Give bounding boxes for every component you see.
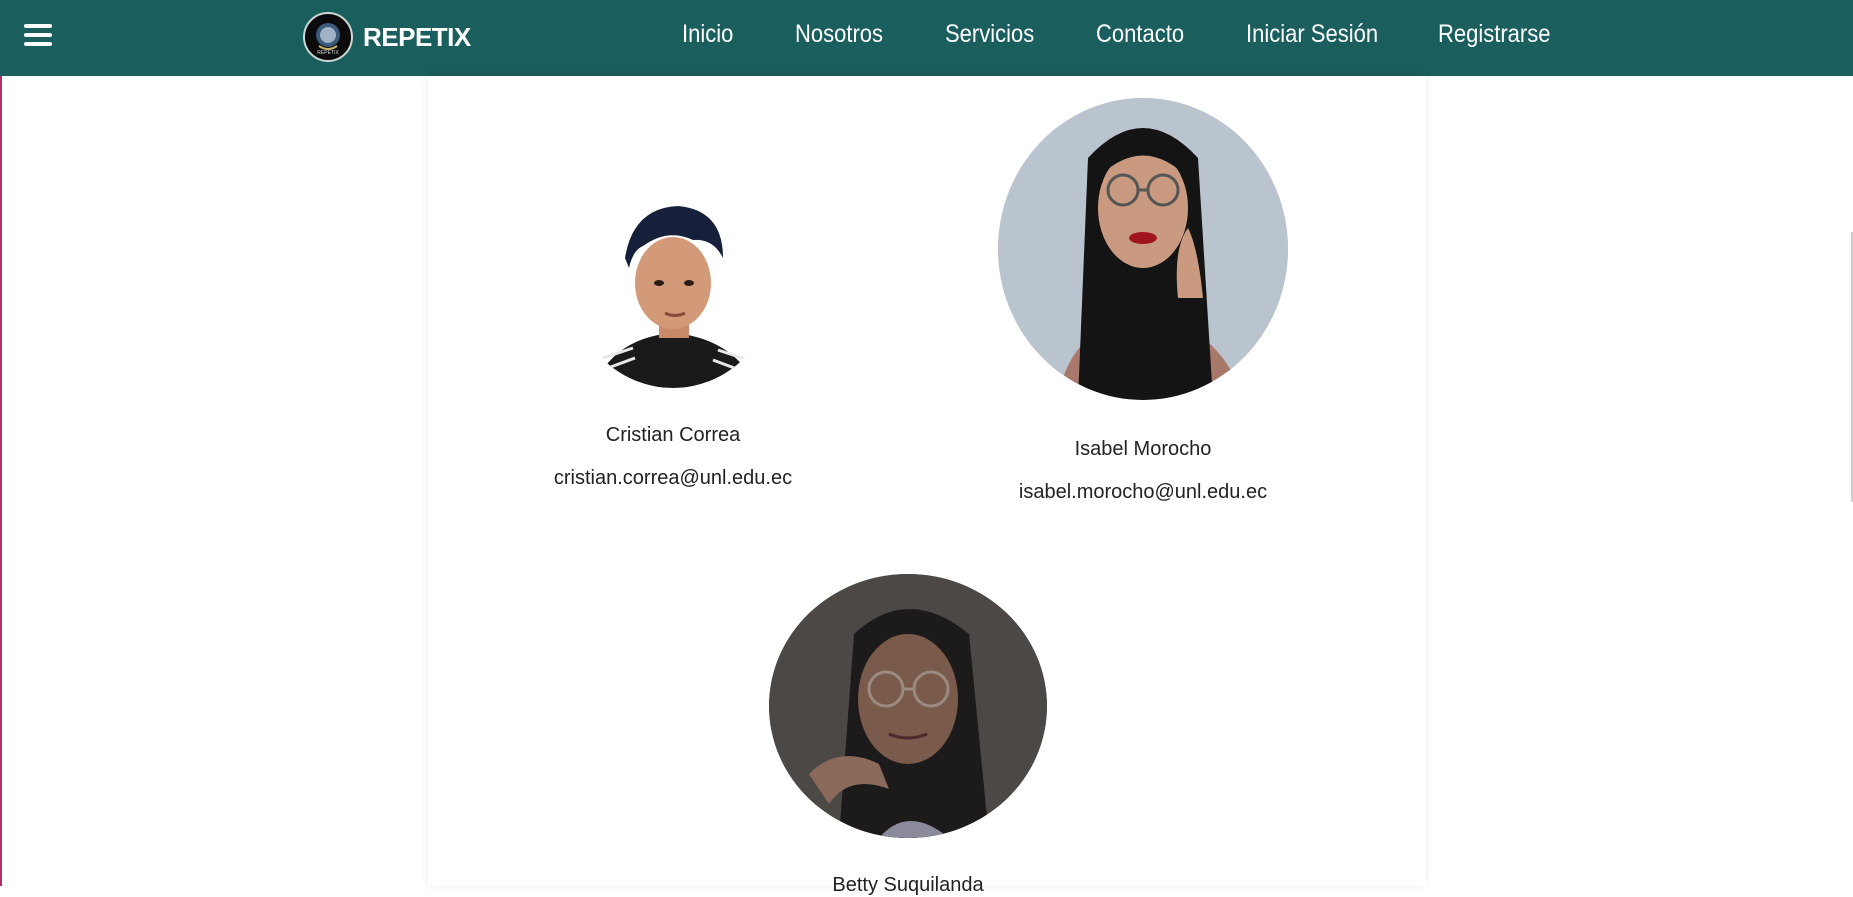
- member-avatar: [769, 574, 1047, 838]
- nav-nosotros[interactable]: Nosotros: [795, 20, 883, 49]
- nav-servicios[interactable]: Servicios: [945, 20, 1034, 49]
- nav-inicio[interactable]: Inicio: [682, 20, 733, 49]
- nav-contacto[interactable]: Contacto: [1096, 20, 1184, 49]
- team-member-card: Betty Suquilanda: [758, 76, 1058, 897]
- team-panel: Cristian Correa cristian.correa@unl.edu.…: [428, 76, 1426, 896]
- nav-registrarse[interactable]: Registrarse: [1438, 20, 1550, 49]
- nav-iniciar-sesion[interactable]: Iniciar Sesión: [1246, 20, 1378, 49]
- member-avatar: [573, 188, 773, 388]
- nav-links: Inicio Nosotros Servicios Contacto Inici…: [0, 0, 1853, 76]
- top-navbar: REPETIX REPETIX Inicio Nosotros Servicio…: [0, 0, 1853, 76]
- page-edge-accent: [0, 76, 2, 886]
